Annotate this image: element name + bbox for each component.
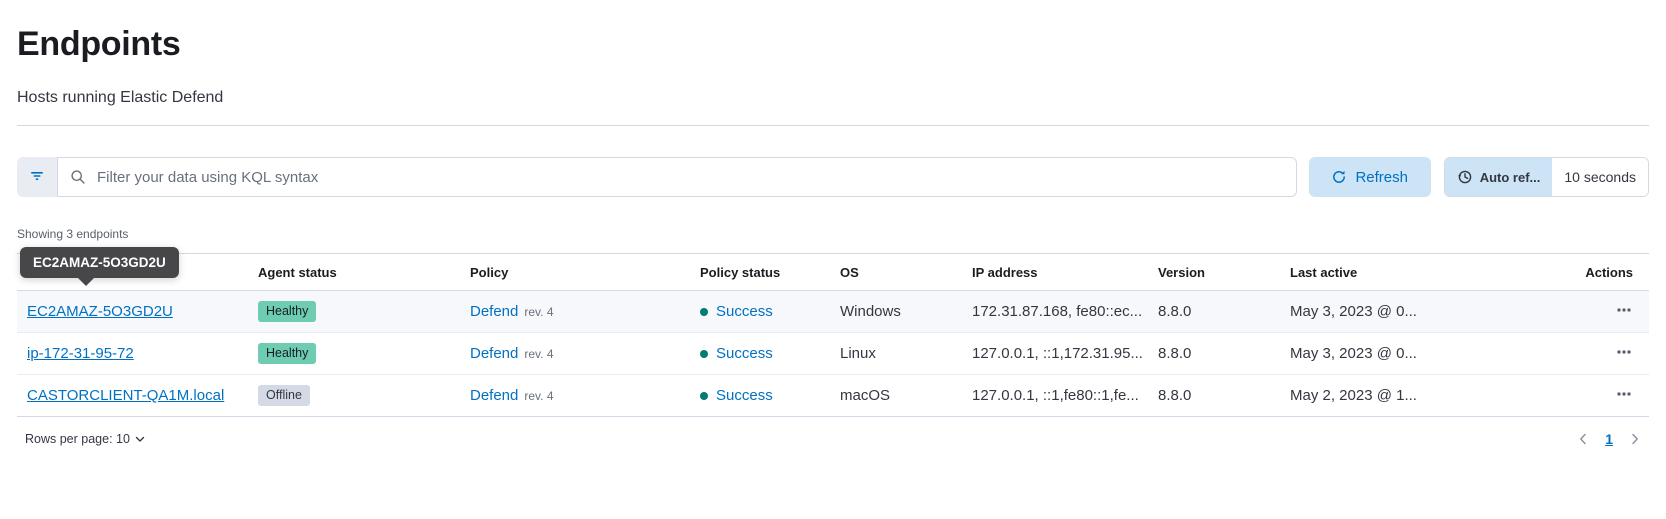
col-header-last-active[interactable]: Last active: [1282, 253, 1512, 291]
refresh-label: Refresh: [1355, 168, 1408, 186]
filter-icon: [29, 168, 45, 187]
policy-revision: rev. 4: [524, 347, 554, 361]
table-row: EC2AMAZ-5O3GD2U Healthy Defend rev. 4 Suc…: [17, 290, 1649, 333]
policy-status-link[interactable]: Success: [716, 345, 773, 362]
actions-menu-button[interactable]: [1615, 341, 1633, 366]
col-header-version[interactable]: Version: [1150, 253, 1282, 291]
header-divider: [17, 125, 1649, 126]
table-row: ip-172-31-95-72 Healthy Defend rev. 4 Suc…: [17, 332, 1649, 375]
search-icon: [70, 169, 86, 185]
last-active-cell: May 3, 2023 @ 0...: [1282, 332, 1512, 375]
table-row: CASTORCLIENT-QA1M.local Offline Defend re…: [17, 374, 1649, 417]
endpoint-link[interactable]: ip-172-31-95-72: [27, 345, 134, 362]
search-input[interactable]: [95, 167, 1284, 187]
ip-cell: 172.31.87.168, fe80::ec...: [964, 290, 1150, 333]
version-cell: 8.8.0: [1150, 374, 1282, 417]
version-cell: 8.8.0: [1150, 290, 1282, 333]
page-subtitle: Hosts running Elastic Defend: [17, 89, 224, 106]
status-dot: [700, 392, 708, 400]
refresh-button[interactable]: Refresh: [1308, 157, 1431, 197]
policy-link[interactable]: Defend: [470, 345, 518, 362]
hostname-tooltip-text: EC2AMAZ-5O3GD2U: [33, 255, 166, 270]
policy-status-link[interactable]: Success: [716, 303, 773, 320]
endpoint-link[interactable]: CASTORCLIENT-QA1M.local: [27, 387, 224, 404]
chevron-left-icon: [1579, 433, 1587, 445]
table-footer: Rows per page: 10 1: [17, 431, 1649, 447]
ip-cell: 127.0.0.1, ::1,172.31.95...: [964, 332, 1150, 375]
filter-button[interactable]: [17, 157, 57, 197]
policy-link[interactable]: Defend: [470, 387, 518, 404]
chevron-down-icon: [135, 436, 145, 443]
os-cell: macOS: [832, 374, 964, 417]
rows-per-page-button[interactable]: Rows per page: 10: [19, 431, 151, 447]
agent-status-badge: Healthy: [258, 343, 317, 364]
policy-link[interactable]: Defend: [470, 303, 518, 320]
col-header-policy[interactable]: Policy: [462, 253, 692, 291]
col-header-agent-status[interactable]: Agent status: [250, 253, 462, 291]
endpoint-link[interactable]: EC2AMAZ-5O3GD2U: [27, 303, 173, 320]
table-header-row: Agent status Policy Policy status OS IP …: [17, 253, 1649, 291]
os-cell: Linux: [832, 332, 964, 375]
endpoints-table: Agent status Policy Policy status OS IP …: [17, 253, 1649, 417]
hostname-tooltip: EC2AMAZ-5O3GD2U: [20, 247, 179, 286]
search-toolbar: Refresh Auto ref... 10 seconds: [17, 157, 1649, 197]
last-active-cell: May 3, 2023 @ 0...: [1282, 290, 1512, 333]
auto-refresh-button[interactable]: Auto ref...: [1444, 158, 1553, 196]
os-cell: Windows: [832, 290, 964, 333]
endpoints-table-wrap: EC2AMAZ-5O3GD2U Agent status Policy Poli…: [17, 247, 1649, 417]
actions-menu-button[interactable]: [1615, 299, 1633, 324]
page-title: Endpoints: [17, 25, 181, 63]
col-header-actions: Actions: [1512, 253, 1649, 291]
tooltip-arrow: [78, 278, 94, 286]
last-active-cell: May 2, 2023 @ 1...: [1282, 374, 1512, 417]
col-header-ip[interactable]: IP address: [964, 253, 1150, 291]
endpoint-count-summary: Showing 3 endpoints: [17, 227, 129, 241]
chevron-right-icon: [1631, 433, 1639, 445]
policy-status-link[interactable]: Success: [716, 387, 773, 404]
col-header-os[interactable]: OS: [832, 253, 964, 291]
ip-cell: 127.0.0.1, ::1,fe80::1,fe...: [964, 374, 1150, 417]
agent-status-badge: Offline: [258, 385, 310, 406]
version-cell: 8.8.0: [1150, 332, 1282, 375]
auto-refresh-control: Auto ref... 10 seconds: [1443, 157, 1649, 197]
boxes-horizontal-icon: [1617, 389, 1631, 404]
page-number-1[interactable]: 1: [1605, 431, 1613, 447]
status-dot: [700, 350, 708, 358]
boxes-horizontal-icon: [1617, 347, 1631, 362]
refresh-icon: [1331, 169, 1347, 185]
agent-status-badge: Healthy: [258, 301, 317, 322]
policy-revision: rev. 4: [524, 389, 554, 403]
next-page-button[interactable]: [1629, 431, 1641, 447]
rows-per-page-label: Rows per page: 10: [25, 432, 130, 446]
status-dot: [700, 308, 708, 316]
actions-menu-button[interactable]: [1615, 383, 1633, 408]
policy-revision: rev. 4: [524, 305, 554, 319]
time-refresh-icon: [1457, 169, 1473, 185]
auto-refresh-label: Auto ref...: [1479, 169, 1541, 185]
boxes-horizontal-icon: [1617, 305, 1631, 320]
previous-page-button[interactable]: [1577, 431, 1589, 447]
col-header-policy-status[interactable]: Policy status: [692, 253, 832, 291]
kql-search-box: [57, 157, 1297, 197]
pagination: 1: [1577, 431, 1647, 447]
auto-refresh-interval[interactable]: 10 seconds: [1552, 158, 1648, 196]
